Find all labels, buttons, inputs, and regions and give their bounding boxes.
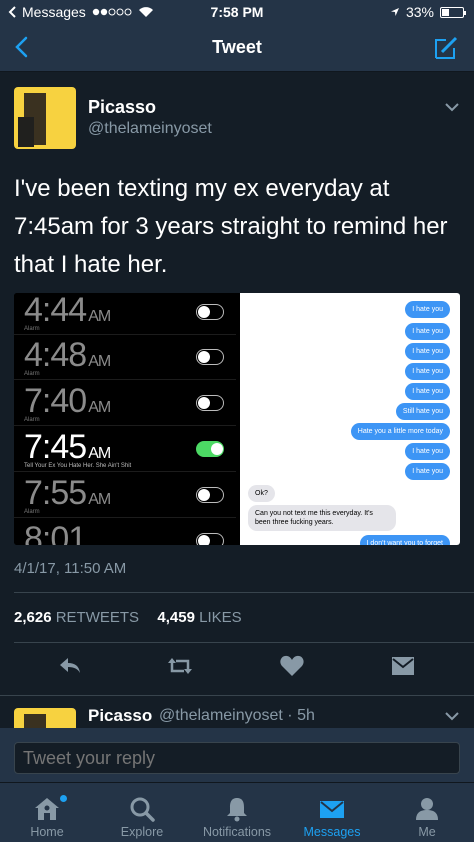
- engagement-counts: 2,626 RETWEETS 4,459 LIKES: [14, 609, 242, 626]
- battery-icon: [440, 6, 466, 18]
- tab-notifications[interactable]: Notifications: [190, 783, 284, 842]
- alarm-toggle: [196, 487, 224, 503]
- sent-message-bubble: I hate you: [405, 443, 450, 460]
- author-name[interactable]: Picasso: [88, 97, 156, 118]
- reply-icon[interactable]: [56, 652, 84, 680]
- tweet-timestamp: 4/1/17, 11:50 AM: [14, 560, 127, 577]
- alarm-toggle: [196, 533, 224, 545]
- search-icon: [130, 797, 155, 822]
- alarm-time: 4:44 AM: [24, 293, 111, 329]
- tab-label: Messages: [303, 825, 361, 839]
- messages-screenshot: I hate you I hate you I hate you I hate you…: [240, 293, 460, 545]
- sent-message-bubble: I hate you: [405, 343, 450, 360]
- alarm-row: 7:45 AM Tell Your Ex You Hate Her. She Ain…: [14, 427, 236, 472]
- toggle-knob: [198, 397, 210, 409]
- alarm-row: 7:55 AM Alarm: [14, 473, 236, 518]
- reply-author-handle: @thelameinyoset · 5h: [159, 707, 315, 724]
- like-label[interactable]: LIKES: [199, 609, 242, 626]
- alarm-time: 8:01: [24, 520, 87, 545]
- alarm-row: 7:40 AM Alarm: [14, 381, 236, 426]
- retweet-count[interactable]: 2,626: [14, 609, 52, 626]
- retweet-label[interactable]: RETWEETS: [56, 609, 139, 626]
- reply-bar: [0, 728, 474, 782]
- location-arrow-icon: [390, 8, 399, 16]
- alarm-label: Alarm: [24, 371, 40, 377]
- alarm-time: 7:40 AM: [24, 382, 111, 420]
- tab-label: Home: [30, 825, 64, 839]
- alarm-toggle: [196, 441, 224, 457]
- person-icon: [416, 798, 438, 820]
- tab-bar: Home Explore Notifications Messages Me: [0, 782, 474, 842]
- tweet-text: I've been texting my ex everyday at 7:45…: [14, 175, 448, 278]
- alarm-label: Tell Your Ex You Hate Her. She Ain't Shi…: [24, 463, 132, 469]
- battery-percent: 33%: [405, 4, 434, 20]
- received-message-bubble: Ok?: [248, 485, 275, 502]
- share-dm-icon[interactable]: [389, 652, 417, 680]
- home-icon: [35, 798, 59, 820]
- chevron-down-icon[interactable]: [444, 101, 460, 113]
- alarm-row: 8:01: [14, 519, 236, 545]
- sent-message-bubble: Still hate you: [395, 403, 450, 420]
- avatar[interactable]: [14, 87, 76, 149]
- tweet-author[interactable]: Picasso @thelameinyoset: [14, 87, 460, 149]
- reply-input[interactable]: [14, 742, 460, 774]
- sent-message-bubble: I hate you: [405, 383, 450, 400]
- tab-label: Notifications: [202, 825, 272, 839]
- toggle-knob: [198, 489, 210, 501]
- page-title: Tweet: [212, 37, 262, 57]
- alarm-label: Alarm: [24, 417, 40, 423]
- alarm-time: 7:55 AM: [24, 474, 111, 512]
- tweet-actions: [0, 652, 474, 684]
- heart-icon[interactable]: [278, 652, 306, 680]
- sent-message-bubble: I hate you: [405, 463, 450, 480]
- alarm-row: 4:44 AM Alarm: [14, 293, 236, 335]
- reply-preview[interactable]: Picasso @thelameinyoset · 5h: [0, 696, 474, 728]
- sent-message-bubble: I hate you: [405, 301, 450, 318]
- reply-author-name[interactable]: Picasso: [88, 706, 152, 726]
- received-message-bubble: Can you not text me this everyday. It's …: [248, 505, 396, 531]
- sent-message-bubble: I don't want you to forget: [359, 535, 450, 545]
- chevron-down-icon[interactable]: [444, 710, 460, 722]
- tab-home[interactable]: Home: [0, 783, 94, 842]
- alarm-label: Alarm: [24, 326, 40, 332]
- alarm-row: 4:48 AM Alarm: [14, 335, 236, 380]
- compose-icon[interactable]: [432, 34, 460, 62]
- status-bar: Messages 7:58 PM 33%: [0, 0, 474, 24]
- author-handle[interactable]: @thelameinyoset: [88, 120, 212, 138]
- reply-avatar[interactable]: [14, 708, 76, 728]
- tab-messages[interactable]: Messages: [285, 783, 379, 842]
- notification-dot: [60, 795, 67, 802]
- toggle-knob: [198, 351, 210, 363]
- tweet-media[interactable]: 4:44 AM Alarm 4:48 AM Alarm 7:40 AM Alarm 7:45 AM T…: [14, 293, 460, 545]
- like-count[interactable]: 4,459: [157, 609, 195, 626]
- divider: [14, 592, 474, 593]
- avatar-figure: [24, 714, 46, 728]
- alarm-toggle: [196, 395, 224, 411]
- tab-me[interactable]: Me: [380, 783, 474, 842]
- retweet-icon[interactable]: [166, 652, 194, 680]
- status-right: 33%: [390, 4, 466, 20]
- alarm-label: Alarm: [24, 509, 40, 515]
- alarm-screenshot: 4:44 AM Alarm 4:48 AM Alarm 7:40 AM Alarm 7:45 AM T…: [14, 293, 236, 545]
- alarm-toggle: [196, 304, 224, 320]
- toggle-knob: [198, 306, 210, 318]
- battery-fill: [442, 8, 449, 16]
- divider: [14, 642, 474, 643]
- tab-label: Explore: [120, 825, 164, 839]
- sent-message-bubble: Hate you a little more today: [350, 423, 450, 440]
- alarm-time: 4:48 AM: [24, 336, 111, 374]
- toggle-knob: [211, 443, 223, 455]
- toggle-knob: [198, 535, 210, 545]
- sent-message-bubble: I hate you: [405, 363, 450, 380]
- bell-icon: [227, 798, 247, 822]
- alarm-time: 7:45 AM: [24, 428, 111, 466]
- avatar-shadow: [18, 117, 34, 147]
- tab-explore[interactable]: Explore: [95, 783, 189, 842]
- sent-message-bubble: I hate you: [405, 323, 450, 340]
- tab-label: Me: [418, 825, 436, 839]
- alarm-toggle: [196, 349, 224, 365]
- envelope-icon: [320, 801, 344, 818]
- nav-bar: Tweet: [0, 24, 474, 72]
